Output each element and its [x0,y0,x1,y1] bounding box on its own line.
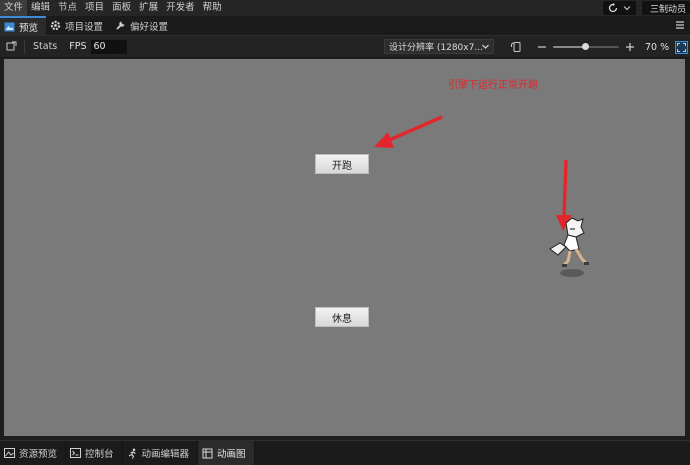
console-icon [70,448,82,459]
tab-animation-editor[interactable]: 动画编辑器 [123,441,199,465]
zoom-slider[interactable] [553,40,619,54]
open-in-browser-button[interactable] [2,38,20,56]
user-menu[interactable]: 三制动员 [641,1,690,15]
zoom-value: 70 % [645,41,670,53]
menu-file[interactable]: 文件 [0,0,28,16]
plus-icon [626,43,634,51]
zoom-slider-thumb[interactable] [581,43,589,50]
fps-input[interactable]: 60 [90,39,127,54]
tab-preferences[interactable]: 偏好设置 [111,16,176,35]
tab-project-settings-label: 项目设置 [65,21,104,33]
zoom-controls: 70 % [505,38,689,56]
open-external-icon [6,41,16,51]
tab-animation-editor-label: 动画编辑器 [141,449,190,460]
editor-tab-bar: 预览 项目设置 偏好设置 [0,16,690,36]
design-resolution-select[interactable]: 设计分辨率 (1280x7... [384,39,494,54]
tabbar-menu-icon[interactable] [674,19,686,31]
user-label: 三制动员 [649,4,686,15]
chevron-down-icon [623,6,631,11]
minus-icon [538,46,546,48]
tab-asset-preview-label: 资源预览 [19,449,58,460]
zoom-slider-fill [553,46,585,48]
annotation-arrow-to-run-button [374,115,443,148]
refresh-button[interactable] [602,1,636,15]
tab-console-label: 控制台 [85,449,114,460]
menu-edit[interactable]: 编辑 [27,0,54,16]
tab-preferences-label: 偏好设置 [130,21,169,33]
tab-project-settings[interactable]: 项目设置 [46,16,111,35]
menu-help[interactable]: 帮助 [199,0,226,16]
refresh-icon [608,3,618,13]
stats-toggle[interactable]: Stats [33,41,57,52]
preview-toolbar: Stats FPS 60 设计分辨率 (1280x7... 70 % [0,36,690,58]
fit-to-screen-button[interactable] [675,40,689,54]
wrench-icon [115,20,126,31]
design-resolution-value: 设计分辨率 (1280x7... [389,43,483,53]
menu-developer[interactable]: 开发者 [162,0,199,16]
toolbar-divider [24,39,25,54]
rotate-device-icon [511,42,521,52]
preview-icon [4,21,15,32]
gear-icon [50,20,61,31]
animation-graph-icon [202,448,213,459]
menu-panel[interactable]: 面板 [108,0,135,16]
tab-animation-graph-label: 动画图 [217,449,246,460]
zoom-out-button[interactable] [535,40,549,54]
tab-animation-graph[interactable]: 动画图 [198,441,255,465]
zoom-in-button[interactable] [623,40,637,54]
game-preview-canvas[interactable]: 开跑 休息 引擎下运行正常开跑 [4,59,685,436]
tab-preview[interactable]: 预览 [0,16,47,35]
bottom-panel-tabs: 资源预览 控制台 动画编辑器 动画图 [0,440,690,465]
character-sprite[interactable] [546,215,592,279]
running-figure-icon [127,448,138,459]
menu-node[interactable]: 节点 [54,0,81,16]
chevron-down-icon [482,44,489,49]
menu-bar: 文件 编辑 节点 项目 面板 扩展 开发者 帮助 三制动员 [0,0,690,16]
tab-asset-preview[interactable]: 资源预览 [0,441,67,465]
menu-project[interactable]: 项目 [81,0,108,16]
asset-preview-icon [4,448,15,459]
fit-screen-icon [677,42,687,52]
fps-label: FPS [69,41,87,52]
rotate-device-button[interactable] [507,38,525,56]
menubar-right: 三制动员 [602,0,690,16]
tab-preview-label: 预览 [19,22,39,34]
tab-console[interactable]: 控制台 [66,441,123,465]
menu-extension[interactable]: 扩展 [135,0,162,16]
